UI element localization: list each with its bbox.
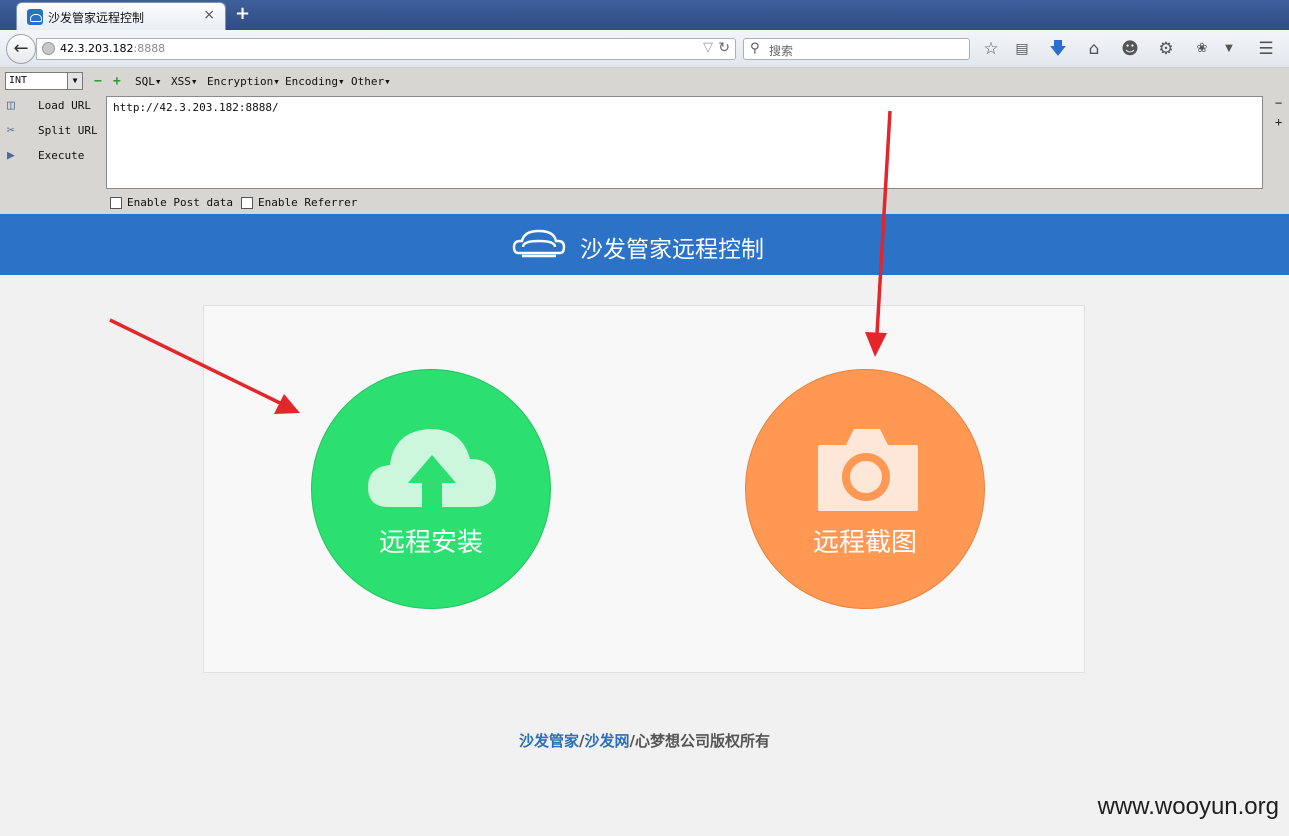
back-button[interactable]: ← xyxy=(6,34,36,64)
split-url-button[interactable]: ✂ Split URL xyxy=(4,121,99,141)
remote-screenshot-button[interactable]: 远程截图 xyxy=(745,369,985,609)
menu-icon[interactable]: ☰ xyxy=(1255,38,1277,60)
remote-install-label: 远程安装 xyxy=(378,528,483,558)
shrink-button[interactable]: − xyxy=(1275,96,1282,110)
sofa-logo-icon xyxy=(512,229,566,258)
load-url-button[interactable]: ◫ Load URL xyxy=(4,96,99,116)
chat-icon[interactable]: ☻ xyxy=(1119,38,1141,60)
footer-link-shafawang[interactable]: 沙发网 xyxy=(585,732,630,750)
addon-icon[interactable]: ⚙ xyxy=(1155,38,1177,60)
plus-icon[interactable]: + xyxy=(113,74,121,89)
home-icon[interactable]: ⌂ xyxy=(1083,38,1105,60)
expand-button[interactable]: + xyxy=(1275,115,1282,129)
search-placeholder: 搜索 xyxy=(769,44,794,58)
globe-icon xyxy=(42,42,55,55)
url-port: :8888 xyxy=(133,42,166,55)
cloud-upload-icon xyxy=(368,429,496,507)
tab-bar: 沙发管家远程控制 × + xyxy=(0,0,1289,30)
remote-screenshot-label: 远程截图 xyxy=(812,528,917,558)
referrer-checkbox-box[interactable] xyxy=(241,197,253,209)
hackbar: INT ▼ − + SQL▾ XSS▾ Encryption▾ Encoding… xyxy=(0,68,1289,214)
post-checkbox-box[interactable] xyxy=(110,197,122,209)
load-url-label: Load URL xyxy=(38,99,91,112)
select-arrow-icon: ▼ xyxy=(67,73,82,89)
menu-sql[interactable]: SQL▾ xyxy=(135,75,162,88)
menu-encryption[interactable]: Encryption▾ xyxy=(207,75,280,88)
watermark: www.wooyun.org xyxy=(1097,793,1279,820)
enable-referrer-checkbox[interactable]: Enable Referrer xyxy=(241,196,357,209)
camera-icon xyxy=(818,429,918,511)
tab-title: 沙发管家远程控制 xyxy=(48,11,145,25)
toolbar-dropdown-icon[interactable]: ▼ xyxy=(1218,38,1240,60)
url-bar[interactable]: 42.3.203.182:8888 ▽ ↻ xyxy=(36,38,736,60)
menu-encoding[interactable]: Encoding▾ xyxy=(285,75,345,88)
execute-label: Execute xyxy=(38,149,85,162)
enable-post-label: Enable Post data xyxy=(127,196,233,209)
sofa-favicon-icon xyxy=(27,9,43,25)
download-icon[interactable]: 🡇 xyxy=(1047,38,1069,60)
site-header: 沙发管家远程控制 xyxy=(0,214,1289,275)
site-title: 沙发管家远程控制 xyxy=(580,237,764,263)
footer-copyright: /心梦想公司版权所有 xyxy=(629,732,770,750)
site-footer: 沙发管家/沙发网/心梦想公司版权所有 xyxy=(0,730,1289,751)
url-textarea[interactable]: http://42.3.203.182:8888/ xyxy=(106,96,1263,189)
reload-icon[interactable]: ↻ xyxy=(718,40,730,56)
history-dropdown-icon[interactable]: ▽ xyxy=(703,40,713,55)
type-select-value: INT xyxy=(9,75,28,86)
type-select[interactable]: INT ▼ xyxy=(5,72,83,90)
url-host: 42.3.203.182 xyxy=(60,42,134,55)
new-tab-button[interactable]: + xyxy=(235,3,250,24)
enable-post-checkbox[interactable]: Enable Post data xyxy=(110,196,233,209)
firebug-icon[interactable]: ❀ xyxy=(1191,38,1213,60)
split-url-label: Split URL xyxy=(38,124,98,137)
footer-link-shafaguanjia[interactable]: 沙发管家 xyxy=(519,732,579,750)
navigation-bar: ← 42.3.203.182:8888 ▽ ↻ ⚲ 搜索 ☆ ▤ 🡇 ⌂ ☻ ⚙… xyxy=(0,30,1289,68)
minus-icon[interactable]: − xyxy=(94,74,102,89)
load-url-icon: ◫ xyxy=(7,98,15,113)
menu-other[interactable]: Other▾ xyxy=(351,75,391,88)
menu-xss[interactable]: XSS▾ xyxy=(171,75,198,88)
tab-close-icon[interactable]: × xyxy=(203,7,215,23)
search-icon: ⚲ xyxy=(750,41,760,56)
enable-referrer-label: Enable Referrer xyxy=(258,196,358,209)
search-input[interactable]: ⚲ 搜索 xyxy=(743,38,970,60)
bookmarks-list-icon[interactable]: ▤ xyxy=(1011,38,1033,60)
play-icon: ▶ xyxy=(7,148,15,163)
tab-active[interactable]: 沙发管家远程控制 × xyxy=(16,2,226,30)
scissors-icon: ✂ xyxy=(7,123,15,138)
bookmark-star-icon[interactable]: ☆ xyxy=(980,38,1002,60)
execute-button[interactable]: ▶ Execute xyxy=(4,146,99,166)
remote-install-button[interactable]: 远程安装 xyxy=(311,369,551,609)
